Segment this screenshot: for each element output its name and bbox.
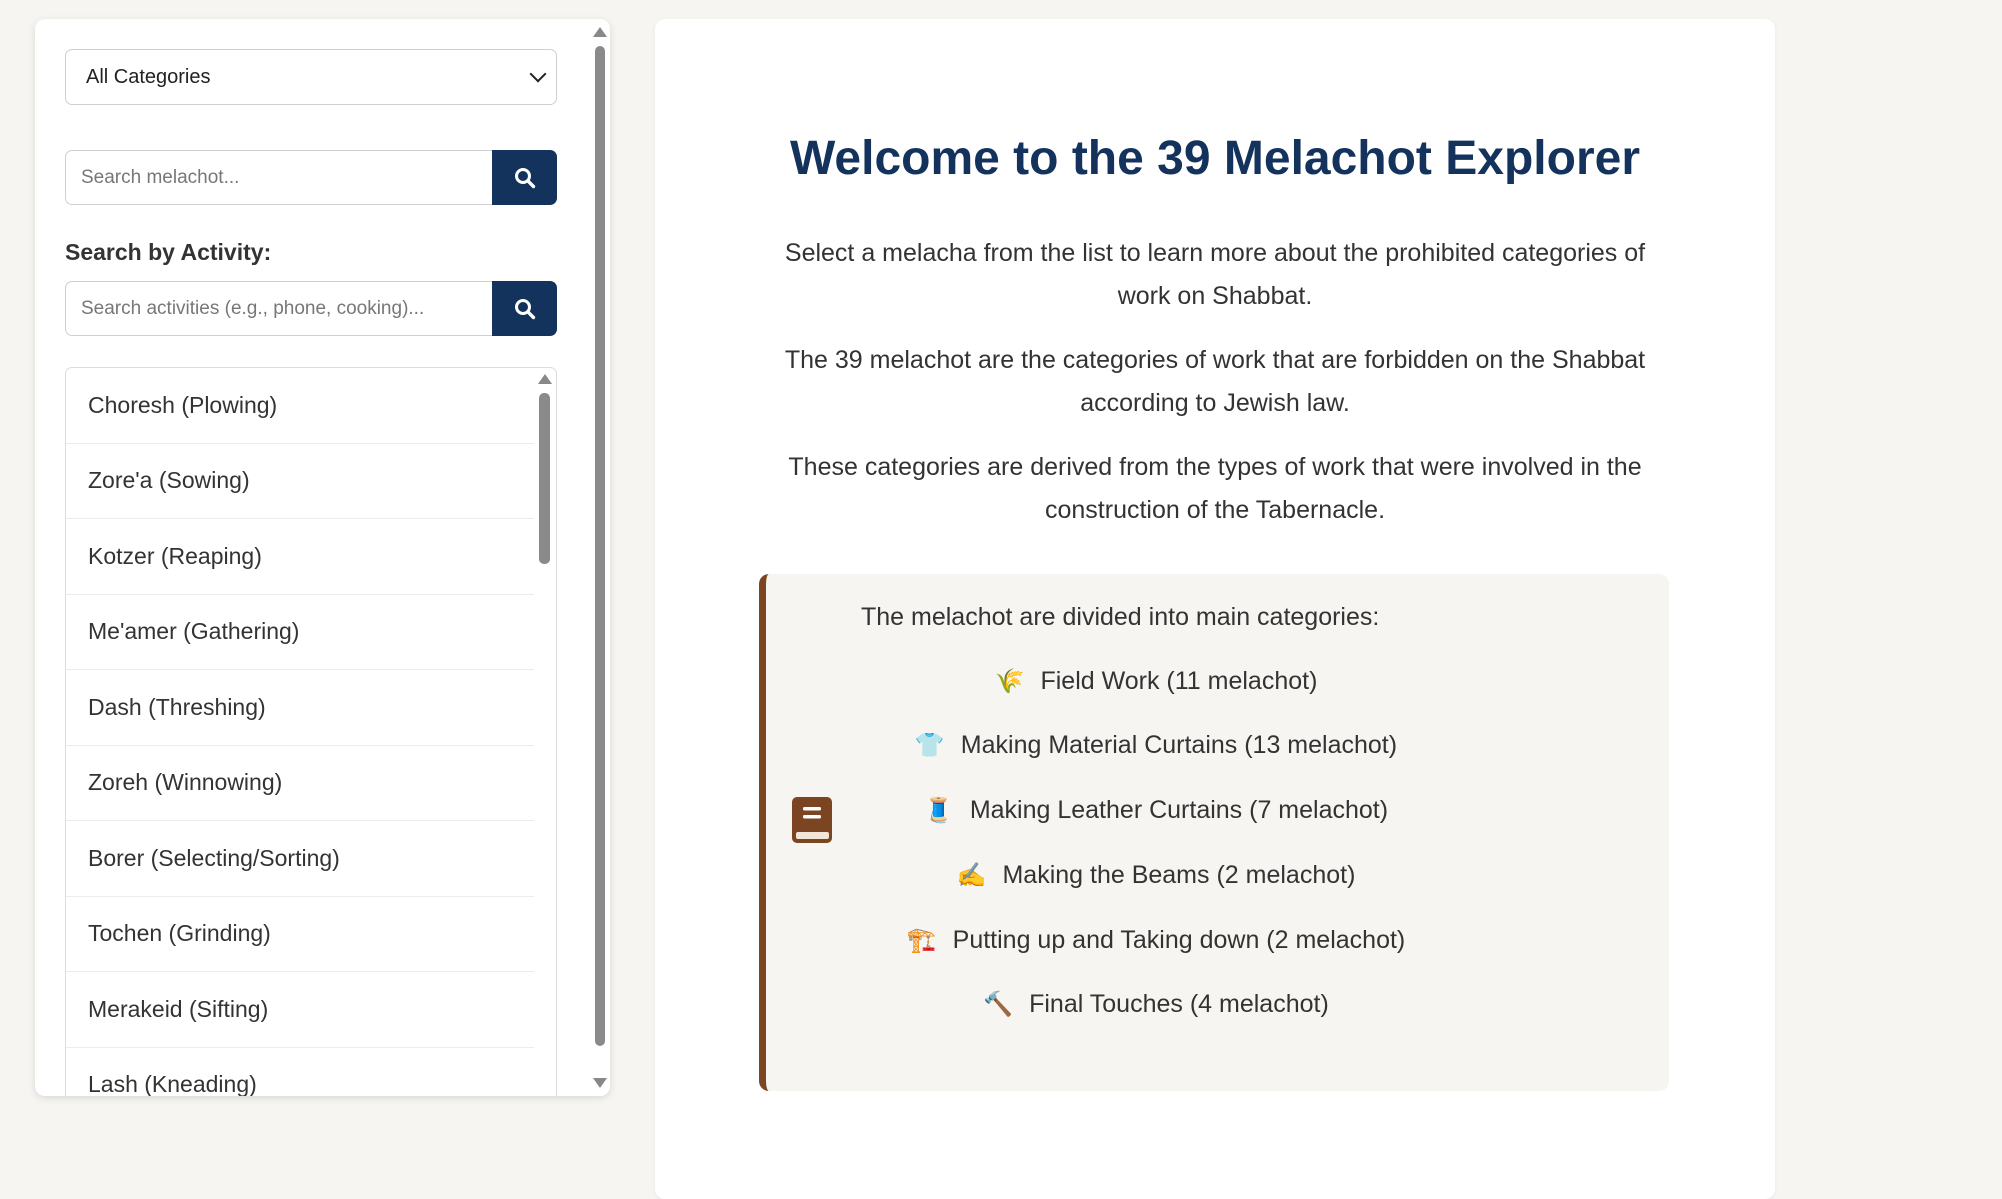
- categories-box: The melachot are divided into main categ…: [759, 574, 1669, 1091]
- category-item: 🧵 Making Leather Curtains (7 melachot): [766, 796, 1546, 825]
- category-select[interactable]: All Categories: [65, 49, 557, 105]
- intro-paragraph: Select a melacha from the list to learn …: [784, 239, 1646, 310]
- activity-search: Search activities (e.g., phone, cooking)…: [65, 281, 557, 336]
- list-item[interactable]: Merakeid (Sifting): [66, 972, 534, 1048]
- sidebar-scrollbar[interactable]: [588, 19, 610, 1096]
- page-title: Welcome to the 39 Melachot Explorer: [789, 132, 1640, 185]
- intro-paragraph: These categories are derived from the ty…: [788, 453, 1642, 524]
- shirt-icon: 👕: [914, 732, 945, 759]
- list-item[interactable]: Tochen (Grinding): [66, 897, 534, 972]
- activity-search-label: Search by Activity:: [65, 239, 272, 265]
- category-item: 🔨 Final Touches (4 melachot): [766, 990, 1546, 1019]
- wheat-icon: 🌾: [994, 668, 1025, 695]
- category-item: 🏗️ Putting up and Taking down (2 melachot…: [766, 926, 1546, 955]
- thread-icon: 🧵: [923, 797, 954, 824]
- scroll-up-icon[interactable]: [538, 374, 552, 384]
- category-label: Making Leather Curtains (7 melachot): [969, 796, 1389, 824]
- scroll-down-icon[interactable]: [593, 1078, 607, 1088]
- category-label: Making the Beams (2 melachot): [1002, 861, 1356, 889]
- list-item[interactable]: Kotzer (Reaping): [66, 519, 534, 595]
- category-label: Making Material Curtains (13 melachot): [960, 731, 1398, 759]
- sidebar-scrollbar-thumb[interactable]: [595, 46, 605, 1046]
- search-icon: [514, 167, 535, 188]
- list-item[interactable]: Zore'a (Sowing): [66, 444, 534, 519]
- category-item: ✍️ Making the Beams (2 melachot): [766, 861, 1546, 890]
- activity-search-input[interactable]: Search activities (e.g., phone, cooking)…: [65, 281, 492, 336]
- scroll-up-icon[interactable]: [593, 27, 607, 37]
- list-item[interactable]: Dash (Threshing): [66, 670, 534, 746]
- intro-paragraph: The 39 melachot are the categories of wo…: [784, 346, 1646, 417]
- hammer-icon: 🔨: [983, 991, 1014, 1018]
- search-button[interactable]: [492, 150, 557, 205]
- list-scrollbar-thumb[interactable]: [539, 393, 550, 564]
- list-scrollbar[interactable]: [534, 368, 556, 1096]
- search-input[interactable]: Search melachot...: [65, 150, 492, 205]
- melachot-list: Choresh (Plowing) Zore'a (Sowing) Kotzer…: [65, 367, 557, 1096]
- search-icon: [514, 298, 535, 319]
- list-item[interactable]: Choresh (Plowing): [66, 368, 534, 444]
- list-item[interactable]: Me'amer (Gathering): [66, 595, 534, 670]
- list-item[interactable]: Borer (Selecting/Sorting): [66, 821, 534, 897]
- sidebar: All Categories Search melachot... Search…: [35, 19, 610, 1096]
- chevron-down-icon: [529, 65, 547, 83]
- list-item[interactable]: Zoreh (Winnowing): [66, 746, 534, 821]
- list-item[interactable]: Lash (Kneading): [66, 1048, 534, 1096]
- category-label: Final Touches (4 melachot): [1029, 990, 1329, 1018]
- construction-icon: 🏗️: [906, 927, 937, 954]
- main-panel: Welcome to the 39 Melachot Explorer Sele…: [655, 19, 1775, 1199]
- category-item: 👕 Making Material Curtains (13 melachot): [766, 731, 1546, 760]
- category-label: Putting up and Taking down (2 melachot): [952, 926, 1406, 954]
- writing-hand-icon: ✍️: [956, 862, 987, 889]
- category-select-value: All Categories: [86, 65, 211, 88]
- category-item: 🌾 Field Work (11 melachot): [766, 667, 1546, 696]
- categories-heading: The melachot are divided into main categ…: [861, 603, 1380, 631]
- activity-search-button[interactable]: [492, 281, 557, 336]
- category-label: Field Work (11 melachot): [1040, 667, 1318, 695]
- melachot-search: Search melachot...: [65, 150, 557, 205]
